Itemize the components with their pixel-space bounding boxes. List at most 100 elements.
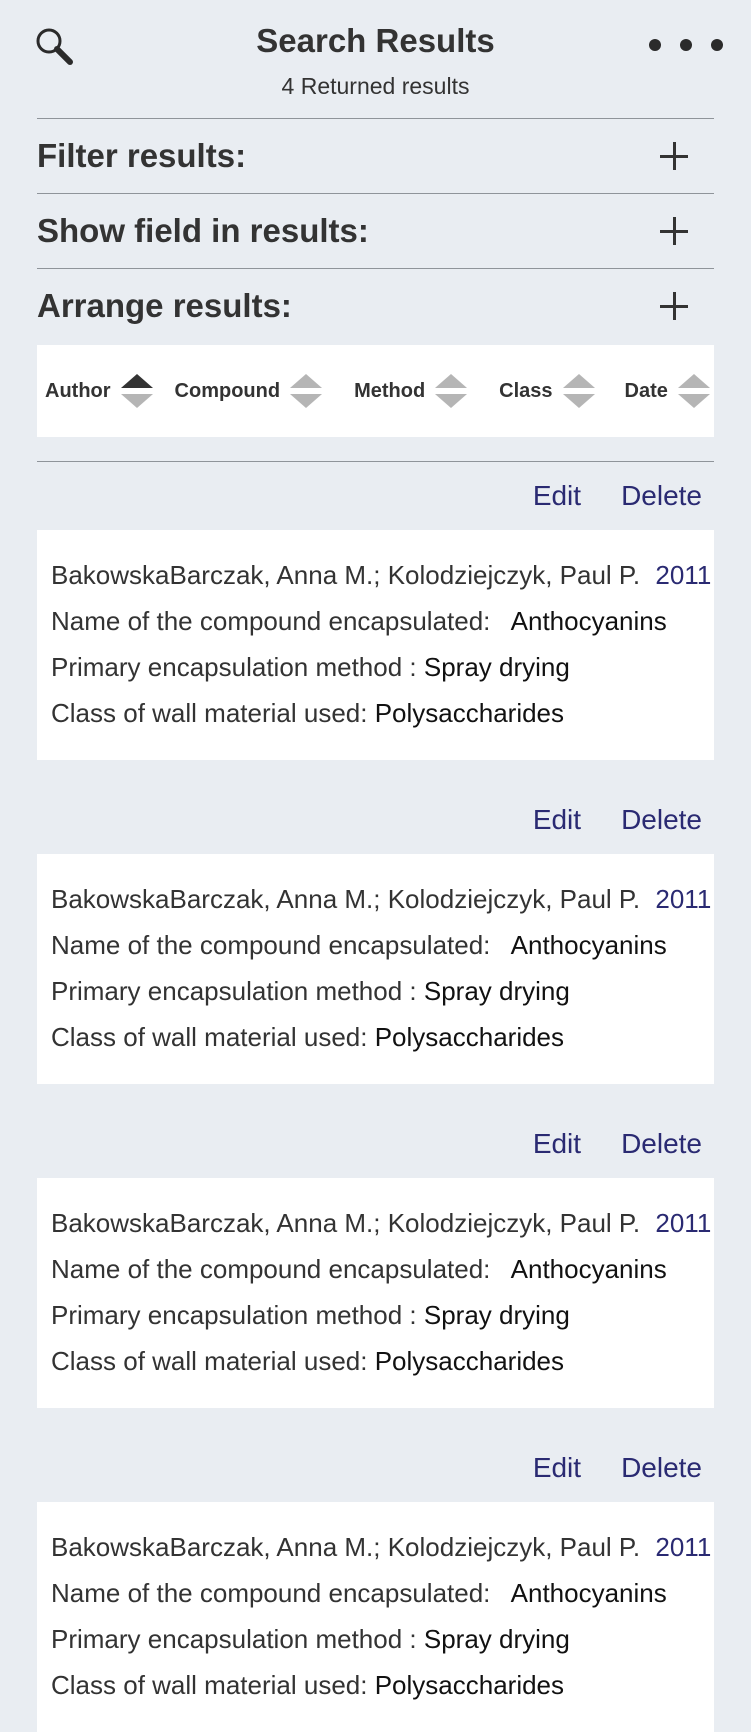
sort-date[interactable]: Date [625, 374, 710, 408]
plus-icon [660, 217, 688, 245]
arrange-results-label: Arrange results: [37, 287, 292, 324]
sort-date-label: Date [624, 379, 668, 402]
edit-link[interactable]: Edit [533, 1128, 581, 1160]
method-label: Primary encapsulation method : [51, 1624, 417, 1654]
result-class: Polysaccharides [374, 698, 565, 728]
sort-bar: Author Compound Method Class Date [37, 345, 714, 437]
show-field-label: Show field in results: [37, 212, 369, 249]
sort-arrows-icon [120, 374, 153, 408]
method-label: Primary encapsulation method : [51, 652, 417, 682]
compound-label: Name of the compound encapsulated: [51, 1254, 491, 1284]
result-compound: Anthocyanins [510, 1578, 667, 1608]
class-label: Class of wall material used: [51, 1346, 368, 1376]
sort-descending-icon [677, 394, 710, 408]
result-authors: BakowskaBarczak, Anna M.; Kolodziejczyk,… [51, 1208, 641, 1238]
class-label: Class of wall material used: [51, 1670, 368, 1700]
result-actions: Edit Delete [37, 786, 714, 854]
sort-arrows-icon [562, 374, 595, 408]
sort-method-label: Method [354, 379, 426, 402]
result-compound-line: Name of the compound encapsulated: Antho… [51, 606, 714, 652]
result-method: Spray drying [423, 652, 570, 682]
result-class-line: Class of wall material used: Polysacchar… [51, 1346, 714, 1392]
compound-label: Name of the compound encapsulated: [51, 1578, 491, 1608]
result-method: Spray drying [423, 1624, 570, 1654]
result-compound-line: Name of the compound encapsulated: Antho… [51, 1254, 714, 1300]
more-options-button[interactable] [649, 34, 723, 56]
sort-ascending-icon [677, 374, 710, 388]
result-authors: BakowskaBarczak, Anna M.; Kolodziejczyk,… [51, 884, 641, 914]
sort-arrows-icon [677, 374, 710, 408]
sort-author[interactable]: Author [45, 374, 153, 408]
more-options-icon [680, 39, 692, 51]
result-year: 2011 [655, 1532, 712, 1562]
plus-icon [660, 142, 688, 170]
more-options-icon [711, 39, 723, 51]
class-label: Class of wall material used: [51, 698, 368, 728]
result-class: Polysaccharides [374, 1670, 565, 1700]
result-compound: Anthocyanins [510, 606, 667, 636]
app-header: Search Results 4 Returned results [0, 0, 751, 118]
result-card[interactable]: BakowskaBarczak, Anna M.; Kolodziejczyk,… [37, 1502, 714, 1732]
sort-descending-icon [435, 394, 468, 408]
sort-descending-icon [120, 394, 153, 408]
result-class: Polysaccharides [374, 1022, 565, 1052]
method-label: Primary encapsulation method : [51, 1300, 417, 1330]
result-authors-line: BakowskaBarczak, Anna M.; Kolodziejczyk,… [51, 1532, 714, 1578]
result-compound: Anthocyanins [510, 1254, 667, 1284]
delete-link[interactable]: Delete [621, 804, 702, 836]
edit-link[interactable]: Edit [533, 804, 581, 836]
sort-class-label: Class [499, 379, 553, 402]
filter-results-section[interactable]: Filter results: [37, 118, 714, 193]
method-label: Primary encapsulation method : [51, 976, 417, 1006]
result-actions: Edit Delete [37, 1110, 714, 1178]
compound-label: Name of the compound encapsulated: [51, 930, 491, 960]
edit-link[interactable]: Edit [533, 1452, 581, 1484]
result-actions: Edit Delete [37, 462, 714, 530]
delete-link[interactable]: Delete [621, 1452, 702, 1484]
sort-descending-icon [562, 394, 595, 408]
delete-link[interactable]: Delete [621, 1128, 702, 1160]
result-year: 2011 [655, 1208, 712, 1238]
show-field-section[interactable]: Show field in results: [37, 193, 714, 268]
result-actions [37, 760, 714, 786]
edit-link[interactable]: Edit [533, 480, 581, 512]
result-actions [37, 1084, 714, 1110]
result-class-line: Class of wall material used: Polysacchar… [51, 1670, 714, 1716]
result-method-line: Primary encapsulation method : Spray dry… [51, 1624, 714, 1670]
sort-class[interactable]: Class [499, 374, 595, 408]
sort-descending-icon [290, 394, 323, 408]
more-options-icon [649, 39, 661, 51]
result-actions [37, 1408, 714, 1434]
result-method-line: Primary encapsulation method : Spray dry… [51, 1300, 714, 1346]
result-method-line: Primary encapsulation method : Spray dry… [51, 652, 714, 698]
result-year: 2011 [655, 884, 712, 914]
sort-compound-label: Compound [174, 379, 281, 402]
compound-label: Name of the compound encapsulated: [51, 606, 491, 636]
result-card[interactable]: BakowskaBarczak, Anna M.; Kolodziejczyk,… [37, 854, 714, 1084]
result-authors-line: BakowskaBarczak, Anna M.; Kolodziejczyk,… [51, 884, 714, 930]
arrange-results-section[interactable]: Arrange results: [37, 268, 714, 343]
result-actions: Edit Delete [37, 1434, 714, 1502]
sort-ascending-icon [290, 374, 323, 388]
result-card[interactable]: BakowskaBarczak, Anna M.; Kolodziejczyk,… [37, 1178, 714, 1408]
result-compound-line: Name of the compound encapsulated: Antho… [51, 930, 714, 976]
result-class-line: Class of wall material used: Polysacchar… [51, 698, 714, 744]
result-compound: Anthocyanins [510, 930, 667, 960]
delete-link[interactable]: Delete [621, 480, 702, 512]
sort-method[interactable]: Method [354, 374, 468, 408]
result-class-line: Class of wall material used: Polysacchar… [51, 1022, 714, 1068]
result-class: Polysaccharides [374, 1346, 565, 1376]
result-card[interactable]: BakowskaBarczak, Anna M.; Kolodziejczyk,… [37, 530, 714, 760]
result-method-line: Primary encapsulation method : Spray dry… [51, 976, 714, 1022]
sort-arrows-icon [290, 374, 323, 408]
class-label: Class of wall material used: [51, 1022, 368, 1052]
result-authors-line: BakowskaBarczak, Anna M.; Kolodziejczyk,… [51, 1208, 714, 1254]
sort-arrows-icon [435, 374, 468, 408]
sort-ascending-icon [435, 374, 468, 388]
results-count: 4 Returned results [281, 73, 470, 99]
plus-icon [660, 292, 688, 320]
result-authors: BakowskaBarczak, Anna M.; Kolodziejczyk,… [51, 1532, 641, 1562]
result-authors-line: BakowskaBarczak, Anna M.; Kolodziejczyk,… [51, 560, 714, 606]
sort-compound[interactable]: Compound [175, 374, 323, 408]
result-authors: BakowskaBarczak, Anna M.; Kolodziejczyk,… [51, 560, 641, 590]
